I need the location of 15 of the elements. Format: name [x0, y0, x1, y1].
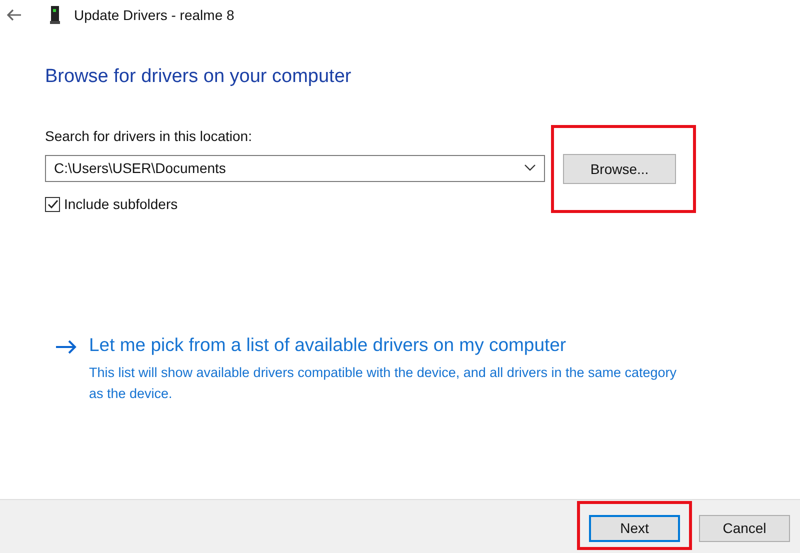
arrow-right-icon — [55, 340, 77, 354]
location-combo-box[interactable]: C:\Users\USER\Documents — [45, 154, 545, 182]
pick-driver-link[interactable]: Let me pick from a list of available drivers on my computer — [89, 334, 689, 356]
checkbox-label: Include subfolders — [64, 196, 178, 212]
window-title: Update Drivers - realme 8 — [74, 7, 234, 23]
cancel-button[interactable]: Cancel — [699, 514, 790, 542]
checkbox[interactable] — [45, 196, 60, 212]
dropdown-caret-icon[interactable] — [524, 164, 536, 172]
location-label: Search for drivers in this location: — [45, 128, 253, 144]
next-button[interactable]: Next — [589, 514, 680, 542]
back-icon[interactable] — [6, 9, 22, 21]
device-icon — [50, 6, 60, 24]
browse-button[interactable]: Browse... — [563, 154, 676, 184]
pick-driver-description: This list will show available drivers compatible with the device, and all drivers in the same category as the device. — [89, 364, 678, 403]
page-heading: Browse for drivers on your computer — [45, 66, 352, 88]
